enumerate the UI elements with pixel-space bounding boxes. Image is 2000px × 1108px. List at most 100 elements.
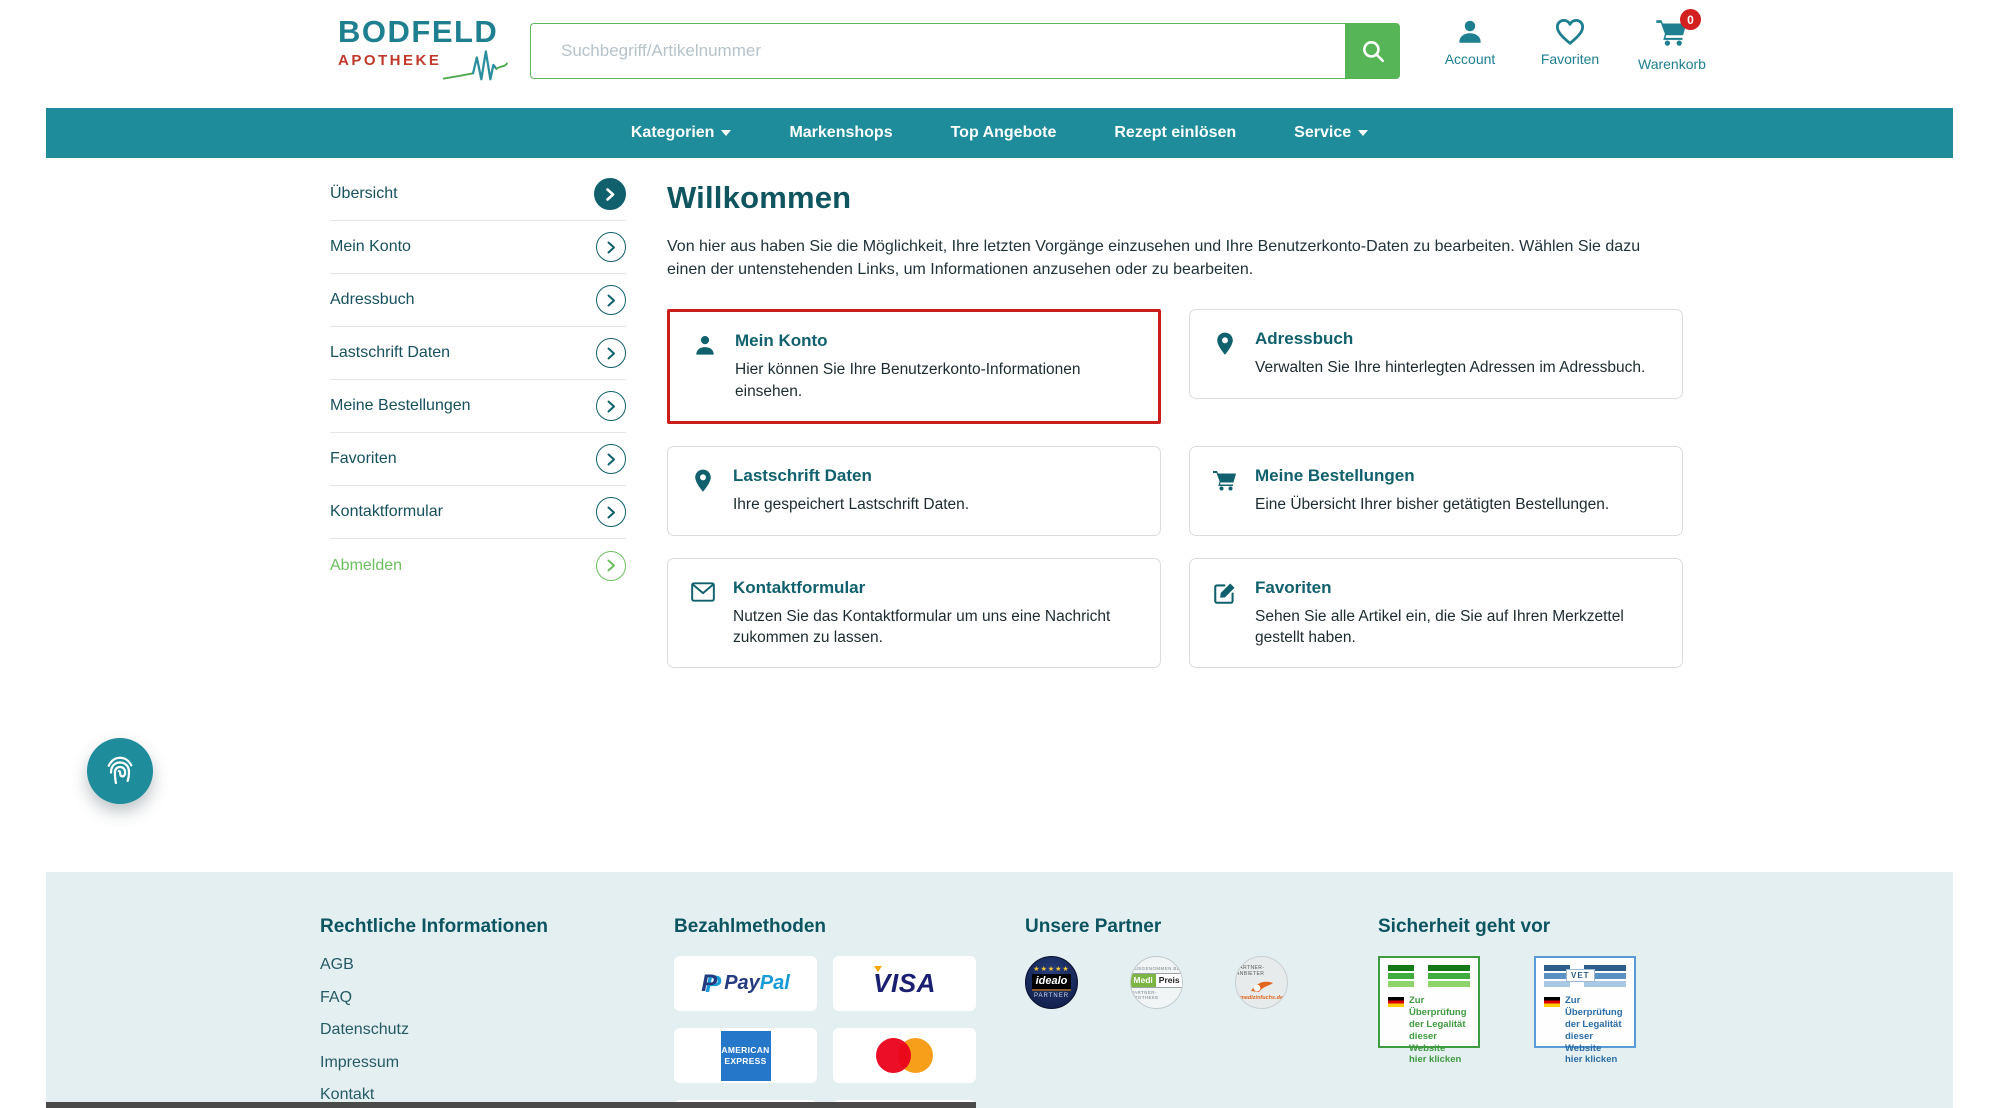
favorites-button[interactable]: Favoriten <box>1538 17 1602 72</box>
paypal-icon: P P <box>701 973 719 995</box>
card-description: Nutzen Sie das Kontaktformular um uns ei… <box>733 606 1129 649</box>
sidebar-item-mein-konto[interactable]: Mein Konto <box>330 221 626 274</box>
search-icon <box>1360 38 1386 64</box>
search-input[interactable] <box>530 23 1345 79</box>
sidebar-item-label: Lastschrift Daten <box>330 344 450 362</box>
legality-seal-green[interactable]: Zur Überprüfung der Legalität dieser Web… <box>1378 956 1480 1048</box>
search-bar <box>530 23 1400 79</box>
cart-button[interactable]: 0 Warenkorb <box>1638 17 1706 72</box>
footer-security-title: Sicherheit geht vor <box>1378 916 1718 938</box>
cart-icon <box>1212 468 1238 492</box>
search-button[interactable] <box>1345 23 1400 79</box>
card-favoriten[interactable]: Favoriten Sehen Sie alle Artikel ein, di… <box>1189 558 1683 669</box>
sidebar-item-favoriten[interactable]: Favoriten <box>330 433 626 486</box>
card-adressbuch[interactable]: Adressbuch Verwalten Sie Ihre hinterlegt… <box>1189 309 1683 398</box>
footer-link-datenschutz[interactable]: Datenschutz <box>320 1021 620 1039</box>
payment-paypal: P P PayPal <box>674 956 817 1011</box>
footer-link-impressum[interactable]: Impressum <box>320 1054 620 1072</box>
nav-kategorien[interactable]: Kategorien <box>631 124 732 142</box>
legality-seal-vet[interactable]: VET Zur Überprüfung der Legalität dieser… <box>1534 956 1636 1048</box>
chevron-right-icon <box>607 506 616 519</box>
chevron-right-circle <box>596 338 626 368</box>
chevron-right-circle <box>596 391 626 421</box>
footer: Rechtliche Informationen AGB FAQ Datensc… <box>46 872 1953 1108</box>
chevron-down-icon <box>721 130 731 136</box>
sidebar-item-uebersicht[interactable]: Übersicht <box>330 168 626 221</box>
card-description: Ihre gespeichert Lastschrift Daten. <box>733 494 969 515</box>
chevron-right-circle <box>594 178 626 210</box>
footer-partners-section: Unsere Partner ★★★★★ idealo PARTNER AUSG… <box>1025 916 1325 1009</box>
card-mein-konto[interactable]: Mein Konto Hier können Sie Ihre Benutzer… <box>667 309 1161 424</box>
nav-rezept-einloesen[interactable]: Rezept einlösen <box>1114 124 1236 142</box>
visa-logo: VISA <box>873 968 936 999</box>
nav-label: Top Angebote <box>951 124 1057 142</box>
paypal-logo: P P PayPal <box>701 972 790 995</box>
favorites-label: Favoriten <box>1541 51 1599 67</box>
nav-top-angebote[interactable]: Top Angebote <box>951 124 1057 142</box>
card-title: Mein Konto <box>735 331 1131 351</box>
card-lastschrift-daten[interactable]: Lastschrift Daten Ihre gespeichert Lasts… <box>667 446 1161 535</box>
nav-service[interactable]: Service <box>1294 124 1368 142</box>
footer-link-agb[interactable]: AGB <box>320 956 620 974</box>
payment-mastercard <box>833 1028 976 1083</box>
brand-logo[interactable]: BODFELD APOTHEKE <box>338 16 508 87</box>
main-nav: Kategorien Markenshops Top Angebote Reze… <box>46 108 1953 158</box>
chevron-right-circle <box>596 497 626 527</box>
sidebar-item-kontaktformular[interactable]: Kontaktformular <box>330 486 626 539</box>
card-meine-bestellungen[interactable]: Meine Bestellungen Eine Übersicht Ihrer … <box>1189 446 1683 535</box>
user-icon <box>692 333 718 359</box>
sidebar-item-lastschrift-daten[interactable]: Lastschrift Daten <box>330 327 626 380</box>
chevron-right-icon <box>607 559 616 572</box>
map-pin-icon <box>690 468 716 494</box>
sidebar-item-adressbuch[interactable]: Adressbuch <box>330 274 626 327</box>
account-label: Account <box>1445 51 1496 67</box>
mastercard-logo <box>876 1038 933 1073</box>
account-sidebar: Übersicht Mein Konto Adressbuch Lastschr… <box>330 168 626 592</box>
chevron-right-icon <box>607 400 616 413</box>
card-title: Adressbuch <box>1255 329 1645 349</box>
edit-icon <box>1212 580 1238 606</box>
nav-label: Kategorien <box>631 124 715 142</box>
vet-label: VET <box>1566 969 1595 982</box>
german-flag-icon <box>1544 997 1560 1007</box>
nav-label: Markenshops <box>789 124 892 142</box>
chevron-right-icon <box>606 188 615 201</box>
sidebar-item-abmelden[interactable]: Abmelden <box>330 539 626 592</box>
card-description: Verwalten Sie Ihre hinterlegten Adressen… <box>1255 357 1645 378</box>
footer-security-section: Sicherheit geht vor Zur Überprüfung der … <box>1378 916 1718 1048</box>
footer-partners-title: Unsere Partner <box>1025 916 1325 938</box>
medizinfuchs-badge: PARTNER-ANBIETER medizinfuchs.de <box>1235 956 1288 1009</box>
seal-cross-icon <box>1388 965 1470 989</box>
sidebar-item-meine-bestellungen[interactable]: Meine Bestellungen <box>330 380 626 433</box>
chevron-right-icon <box>607 241 616 254</box>
sidebar-item-label: Adressbuch <box>330 291 415 309</box>
amex-logo: AMERICAN EXPRESS <box>721 1031 771 1081</box>
main-content: Willkommen Von hier aus haben Sie die Mö… <box>667 168 1687 668</box>
account-cards: Mein Konto Hier können Sie Ihre Benutzer… <box>667 309 1687 668</box>
envelope-icon <box>690 580 716 604</box>
heart-icon <box>1554 17 1586 47</box>
footer-legal-title: Rechtliche Informationen <box>320 916 620 938</box>
bottom-partial-element <box>46 1102 976 1108</box>
sidebar-item-label: Übersicht <box>330 185 398 203</box>
nav-markenshops[interactable]: Markenshops <box>789 124 892 142</box>
chevron-right-circle <box>596 444 626 474</box>
chevron-right-icon <box>607 347 616 360</box>
partner-badges: ★★★★★ idealo PARTNER AUSGENOMMEN BEI Med… <box>1025 956 1325 1009</box>
card-title: Meine Bestellungen <box>1255 466 1609 486</box>
card-title: Favoriten <box>1255 578 1651 598</box>
footer-link-faq[interactable]: FAQ <box>320 989 620 1007</box>
card-description: Hier können Sie Ihre Benutzerkonto-Infor… <box>735 359 1131 402</box>
stars-icon: ★★★★★ <box>1033 966 1069 973</box>
account-icon <box>1455 17 1485 47</box>
card-kontaktformular[interactable]: Kontaktformular Nutzen Sie das Kontaktfo… <box>667 558 1161 669</box>
medipreis-badge: AUSGENOMMEN BEI MediPreis PARTNER-APOTHE… <box>1130 956 1183 1009</box>
footer-payments-section: Bezahlmethoden P P PayPal VISA <box>674 916 994 1108</box>
sidebar-item-label: Meine Bestellungen <box>330 397 471 415</box>
account-button[interactable]: Account <box>1438 17 1502 72</box>
map-pin-icon <box>1212 331 1238 357</box>
heartbeat-icon <box>443 43 508 87</box>
page: BODFELD APOTHEKE <box>0 0 2000 1108</box>
fingerprint-fab-button[interactable] <box>87 738 153 804</box>
sidebar-item-label: Abmelden <box>330 557 402 575</box>
